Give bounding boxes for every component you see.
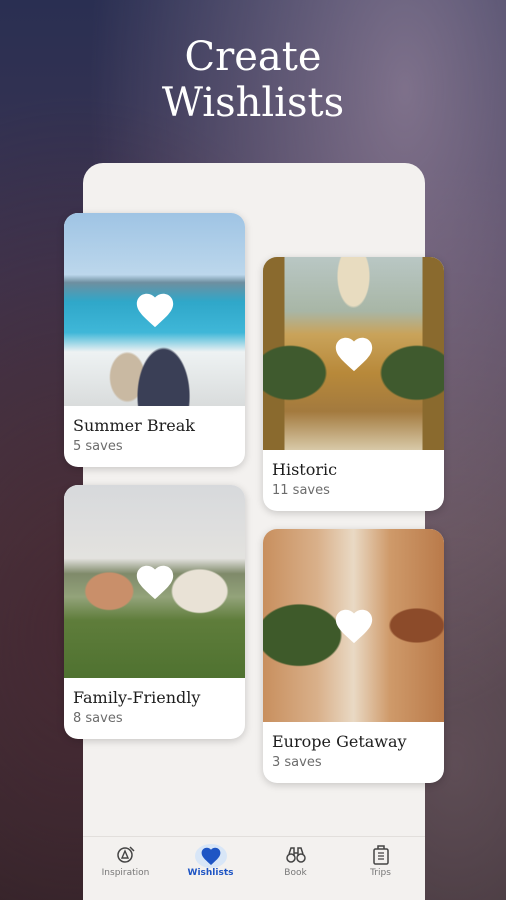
heart-icon[interactable] — [332, 605, 376, 645]
heart-icon[interactable] — [332, 333, 376, 373]
binoculars-icon — [285, 847, 306, 863]
wishlist-saves: 3 saves — [272, 755, 322, 770]
bottom-nav: Inspiration Wishlists Book Trips — [83, 836, 425, 900]
headline-line-1: Create — [184, 34, 322, 80]
nav-item-trips[interactable]: Trips — [338, 837, 423, 900]
nav-label: Inspiration — [101, 868, 150, 878]
wishlist-title: Family-Friendly — [73, 688, 201, 707]
suitcase-icon — [372, 845, 389, 865]
nav-label: Trips — [370, 868, 391, 878]
wishlist-card-family-friendly[interactable]: Family-Friendly 8 saves — [64, 485, 245, 739]
nav-item-inspiration[interactable]: Inspiration — [83, 837, 168, 900]
wishlist-title: Summer Break — [73, 416, 195, 435]
nav-item-book[interactable]: Book — [253, 837, 338, 900]
wishlist-title: Europe Getaway — [272, 732, 407, 751]
headline-line-2: Wishlists — [161, 80, 345, 126]
compass-pen-icon — [116, 846, 135, 863]
nav-label: Wishlists — [187, 868, 234, 878]
wishlist-card-historic[interactable]: Historic 11 saves — [263, 257, 444, 511]
heart-icon[interactable] — [133, 289, 177, 329]
nav-label: Book — [284, 868, 307, 878]
wishlist-saves: 5 saves — [73, 439, 123, 454]
wishlist-card-summer-break[interactable]: Summer Break 5 saves — [64, 213, 245, 467]
wishlist-card-europe-getaway[interactable]: Europe Getaway 3 saves — [263, 529, 444, 783]
wishlist-saves: 8 saves — [73, 711, 123, 726]
heart-icon — [194, 844, 227, 868]
nav-item-wishlists[interactable]: Wishlists — [168, 837, 253, 900]
page-headline: Create Wishlists — [0, 34, 506, 126]
heart-icon[interactable] — [133, 561, 177, 601]
wishlist-saves: 11 saves — [272, 483, 330, 498]
wishlist-title: Historic — [272, 460, 338, 479]
